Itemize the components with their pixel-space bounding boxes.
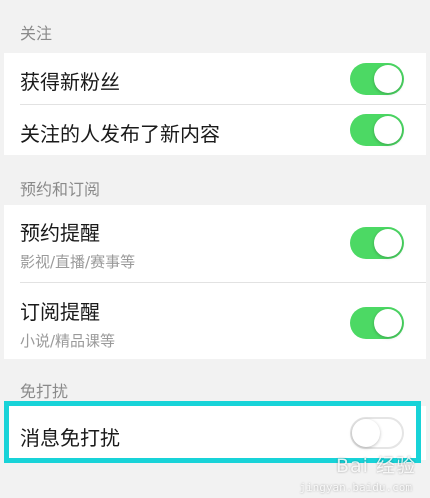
- reservation-reminder-toggle[interactable]: [350, 227, 404, 259]
- setting-label-reservation-reminder: 预约提醒: [20, 221, 100, 245]
- toggle-knob: [374, 116, 402, 144]
- toggle-knob: [374, 65, 402, 93]
- setting-row-reservation-reminder[interactable]: 预约提醒 影视/直播/赛事等: [4, 205, 426, 281]
- new-followers-toggle[interactable]: [350, 63, 404, 95]
- reservation-settings-group: 预约提醒 影视/直播/赛事等 订阅提醒 小说/精品课等: [4, 205, 426, 359]
- setting-label-subscription-reminder: 订阅提醒: [20, 300, 100, 324]
- toggle-knob: [352, 419, 380, 447]
- do-not-disturb-toggle[interactable]: [350, 417, 404, 449]
- section-header-follow: 关注: [20, 24, 53, 43]
- subscription-reminder-toggle[interactable]: [350, 307, 404, 339]
- baidu-watermark: Bai 经验: [336, 455, 416, 477]
- setting-label-do-not-disturb: 消息免打扰: [20, 426, 120, 450]
- setting-sub-reservation-reminder: 影视/直播/赛事等: [20, 253, 136, 271]
- baidu-watermark-url: jingyan.baidu.com: [299, 481, 412, 494]
- setting-label-followed-posts: 关注的人发布了新内容: [20, 122, 220, 146]
- setting-label-new-followers: 获得新粉丝: [20, 70, 120, 94]
- setting-row-followed-posts[interactable]: 关注的人发布了新内容: [4, 105, 426, 155]
- follow-settings-group: 获得新粉丝 关注的人发布了新内容: [4, 53, 426, 155]
- setting-row-subscription-reminder[interactable]: 订阅提醒 小说/精品课等: [4, 283, 426, 359]
- setting-row-new-followers[interactable]: 获得新粉丝: [4, 53, 426, 104]
- toggle-knob: [374, 309, 402, 337]
- section-header-do-not-disturb: 免打扰: [20, 382, 69, 401]
- section-header-reservation-subscription: 预约和订阅: [20, 180, 101, 199]
- toggle-knob: [374, 229, 402, 257]
- followed-posts-toggle[interactable]: [350, 114, 404, 146]
- setting-sub-subscription-reminder: 小说/精品课等: [20, 332, 116, 350]
